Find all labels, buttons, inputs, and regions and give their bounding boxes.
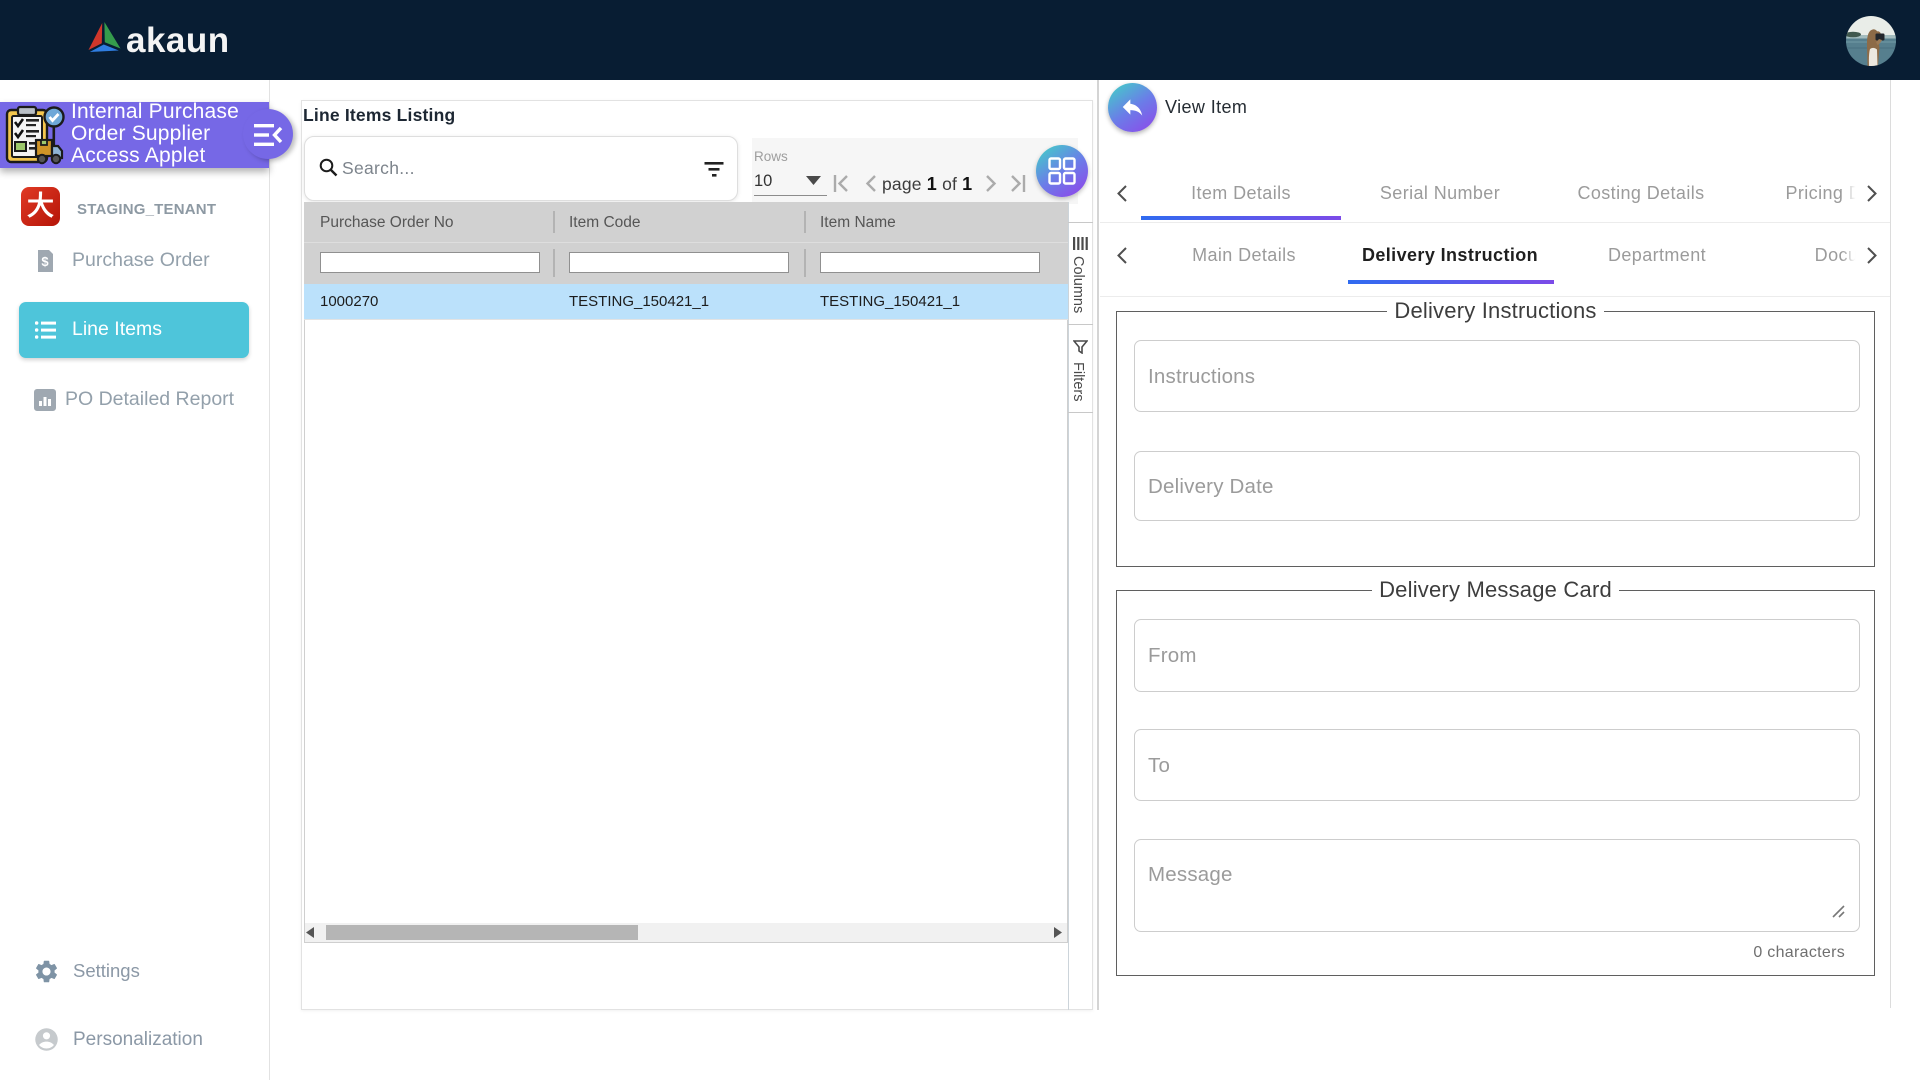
svg-text:大: 大	[27, 191, 54, 221]
svg-text:$: $	[41, 254, 49, 269]
